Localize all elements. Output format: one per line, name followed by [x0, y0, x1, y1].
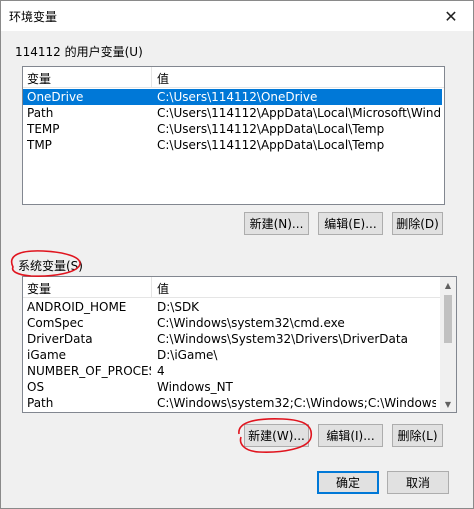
annotation-circle-system-vars — [10, 250, 81, 277]
environment-variables-dialog: 环境变量 ✕ 114112 的用户变量(U) 变量 值 OneDrive C:\U… — [0, 0, 474, 509]
annotation-circle-new-button — [238, 418, 313, 453]
annotation-layer — [10, 250, 313, 453]
